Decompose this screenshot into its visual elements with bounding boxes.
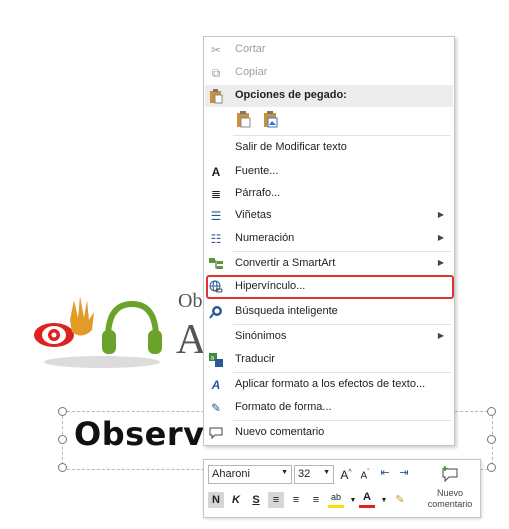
resize-handle[interactable]: [58, 407, 67, 416]
shape-format-icon: ✎: [210, 401, 222, 415]
align-center-icon[interactable]: ≡: [288, 492, 304, 508]
text-effects-icon: A: [211, 378, 221, 392]
format-painter-icon[interactable]: ✎: [392, 492, 408, 508]
menu-item-label: Salir de Modificar texto: [235, 141, 347, 153]
new-comment-label-2: comentario: [427, 499, 473, 509]
numbering-icon: ☷: [210, 232, 222, 246]
paragraph-icon: ≣: [210, 187, 222, 201]
observatory-logo: [34, 296, 162, 368]
context-menu: ✂ Cortar ⧉ Copiar Opciones de pegado: Sa…: [203, 36, 455, 446]
svg-text:a: a: [211, 355, 215, 362]
paste-options-header: Opciones de pegado:: [205, 85, 453, 107]
resize-handle[interactable]: [487, 435, 496, 444]
menu-item-bullets[interactable]: ☰ Viñetas ▶: [204, 205, 454, 227]
menu-item-text-effects[interactable]: A Aplicar formato a los efectos de texto…: [204, 374, 454, 396]
menu-item-synonyms[interactable]: Sinónimos ▶: [204, 326, 454, 348]
chevron-down-icon: ▼: [323, 469, 330, 476]
menu-item-copy[interactable]: ⧉ Copiar: [204, 62, 454, 84]
new-comment-label-1: Nuevo: [436, 488, 463, 498]
menu-item-label: Opciones de pegado:: [235, 89, 347, 101]
menu-item-shape-format[interactable]: ✎ Formato de forma...: [204, 397, 454, 419]
translate-icon: a: [207, 352, 225, 368]
menu-item-label: Párrafo...: [235, 187, 281, 199]
menu-item-exit-edit[interactable]: Salir de Modificar texto: [204, 137, 454, 159]
menu-item-paragraph[interactable]: ≣ Párrafo...: [204, 183, 454, 205]
scissors-icon: ✂: [210, 43, 222, 57]
menu-item-label: Fuente...: [235, 165, 279, 177]
font-name-value: Aharoni: [212, 468, 250, 480]
decrease-indent-icon[interactable]: ⇤: [377, 465, 393, 481]
menu-item-smartart[interactable]: Convertir a SmartArt ▶: [204, 253, 454, 275]
smartart-icon: [207, 256, 225, 272]
grow-font-icon[interactable]: A^: [338, 465, 354, 482]
resize-handle[interactable]: [487, 463, 496, 472]
font-color-icon[interactable]: A: [359, 491, 375, 508]
slide-subtitle-fragment: A: [176, 317, 207, 363]
shrink-font-icon[interactable]: Aˇ: [357, 465, 373, 481]
clipboard-icon: [208, 88, 224, 107]
resize-handle[interactable]: [58, 463, 67, 472]
menu-item-label: Sinónimos: [235, 330, 287, 342]
submenu-arrow-icon: ▶: [437, 210, 444, 219]
paste-keep-format-icon[interactable]: [235, 110, 253, 131]
paste-picture-icon[interactable]: [262, 110, 280, 131]
underline-button[interactable]: S: [248, 492, 264, 508]
chevron-down-icon: ▼: [281, 469, 288, 476]
menu-item-label: Traducir: [235, 353, 275, 365]
resize-handle[interactable]: [487, 407, 496, 416]
submenu-arrow-icon: ▶: [437, 331, 444, 340]
menu-item-numbering[interactable]: ☷ Numeración ▶: [204, 228, 454, 250]
resize-handle[interactable]: [58, 435, 67, 444]
chevron-down-icon[interactable]: ▼: [376, 493, 392, 509]
align-left-icon[interactable]: ≡: [268, 492, 284, 508]
menu-item-new-comment[interactable]: Nuevo comentario: [204, 422, 454, 444]
menu-item-cut[interactable]: ✂ Cortar: [204, 39, 454, 61]
new-comment-icon[interactable]: [441, 466, 459, 485]
copy-icon: ⧉: [211, 65, 221, 80]
font-name-dropdown[interactable]: Aharoni ▼: [208, 465, 292, 484]
menu-item-label: Nuevo comentario: [235, 426, 325, 438]
menu-item-label: Aplicar formato a los efectos de texto..…: [235, 378, 426, 390]
slide-title-fragment: Ob: [178, 290, 203, 312]
align-right-icon[interactable]: ≡: [308, 492, 324, 508]
separator: [233, 420, 451, 421]
menu-item-translate[interactable]: a Traducir: [204, 349, 454, 371]
increase-indent-icon[interactable]: ⇥: [396, 465, 412, 481]
submenu-arrow-icon: ▶: [437, 258, 444, 267]
menu-item-label: Viñetas: [235, 209, 272, 221]
menu-item-label: Cortar: [235, 43, 266, 55]
hyperlink-highlight-box: [206, 275, 454, 299]
smart-lookup-icon: [207, 304, 225, 320]
separator: [233, 324, 451, 325]
menu-item-label: Formato de forma...: [235, 401, 332, 413]
submenu-arrow-icon: ▶: [437, 233, 444, 242]
menu-item-label: Búsqueda inteligente: [235, 305, 338, 317]
menu-item-smart-lookup[interactable]: Búsqueda inteligente: [204, 301, 454, 323]
comment-icon: [207, 425, 225, 441]
font-icon: A: [211, 165, 221, 179]
font-size-value: 32: [298, 468, 311, 480]
menu-item-label: Convertir a SmartArt: [235, 257, 336, 269]
italic-button[interactable]: K: [228, 492, 244, 508]
bullets-icon: ☰: [210, 209, 222, 223]
mini-toolbar: Aharoni ▼ 32 ▼ A^ Aˇ ⇤ ⇥ N K S ≡ ≡ ≡ ab …: [203, 459, 481, 518]
bold-button[interactable]: N: [208, 492, 224, 508]
highlight-color-icon[interactable]: ab: [328, 491, 344, 508]
menu-item-label: Numeración: [235, 232, 295, 244]
new-comment-button[interactable]: Nuevo comentario: [422, 488, 478, 510]
menu-item-label: Copiar: [235, 66, 268, 78]
font-size-dropdown[interactable]: 32 ▼: [294, 465, 334, 484]
separator: [233, 251, 451, 252]
separator: [233, 135, 451, 136]
menu-item-font[interactable]: A Fuente...: [204, 161, 454, 183]
separator: [233, 372, 451, 373]
